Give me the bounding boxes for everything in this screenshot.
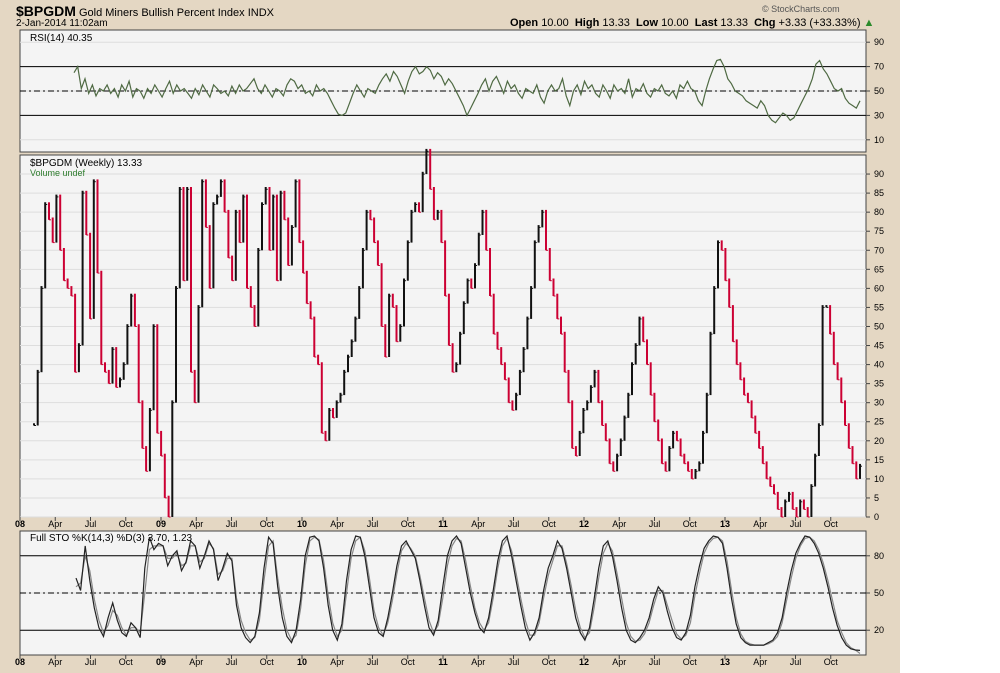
date-tick-label: Oct [401, 657, 416, 667]
date-tick-label: Apr [471, 519, 485, 529]
date-tick-label: 09 [156, 657, 166, 667]
date-tick-label: Oct [824, 657, 839, 667]
stochastic-tick-label: 20 [874, 625, 884, 635]
date-tick-label: Apr [612, 519, 626, 529]
price-tick-label: 40 [874, 360, 884, 370]
date-tick-label: Apr [753, 657, 767, 667]
price-tick-label: 65 [874, 264, 884, 274]
date-tick-label: 08 [15, 519, 25, 529]
date-tick-label: Jul [649, 657, 661, 667]
date-tick-label: 13 [720, 657, 730, 667]
date-tick-label: Oct [824, 519, 839, 529]
date-tick-label: Oct [683, 657, 698, 667]
date-tick-label: Jul [85, 657, 97, 667]
stochastic-title: Full STO %K(14,3) %D(3) 3.70, 1.23 [30, 533, 193, 544]
date-tick-label: Jul [649, 519, 661, 529]
date-tick-label: 11 [438, 657, 448, 667]
price-tick-label: 60 [874, 283, 884, 293]
price-tick-label: 75 [874, 226, 884, 236]
price-tick-label: 0 [874, 512, 879, 522]
rsi-tick-label: 10 [874, 135, 884, 145]
price-tick-label: 5 [874, 493, 879, 503]
price-panel: 0 5 10 15 20 25 30 35 40 45 50 55 60 65 70 75 80 85 90 [19, 148, 884, 522]
rsi-panel: 10 30 50 70 90 [19, 29, 884, 153]
rsi-tick-label: 70 [874, 62, 884, 72]
chart-svg: 10 30 50 70 90 0 5 10 15 20 25 30 35 40 45 50 55 60 65 70 7… [15, 29, 884, 667]
date-tick-label: Apr [48, 519, 62, 529]
rsi-tick-label: 30 [874, 110, 884, 120]
date-tick-label: Apr [48, 657, 62, 667]
price-tick-label: 35 [874, 379, 884, 389]
date-tick-label: 12 [579, 519, 589, 529]
price-tick-label: 30 [874, 398, 884, 408]
price-tick-label: 50 [874, 321, 884, 331]
price-tick-label: 15 [874, 455, 884, 465]
stochastic-tick-label: 80 [874, 551, 884, 561]
date-tick-label: Oct [119, 519, 134, 529]
date-tick-label: 12 [579, 657, 589, 667]
date-tick-label: Jul [790, 519, 802, 529]
price-tick-label: 55 [874, 302, 884, 312]
price-tick-label: 20 [874, 436, 884, 446]
date-tick-label: 10 [297, 519, 307, 529]
price-tick-label: 90 [874, 169, 884, 179]
date-tick-label: 10 [297, 657, 307, 667]
price-tick-label: 80 [874, 207, 884, 217]
date-tick-label: Oct [683, 519, 698, 529]
date-tick-label: Apr [330, 519, 344, 529]
price-tick-label: 25 [874, 417, 884, 427]
stochastic-panel: 20 50 80 [19, 530, 884, 656]
date-tick-label: Jul [367, 519, 379, 529]
date-tick-label: Jul [367, 657, 379, 667]
date-tick-label: Jul [85, 519, 97, 529]
right-margin [900, 0, 1000, 673]
date-tick-label: Oct [542, 657, 557, 667]
date-tick-label: Jul [508, 657, 520, 667]
date-axis-lower: 08 Apr Jul Oct 09 Apr Jul Oct 10 Apr Jul Oct 11 Apr Ju… [15, 655, 838, 667]
date-tick-label: Jul [226, 519, 238, 529]
rsi-title: RSI(14) 40.35 [30, 33, 93, 44]
price-tick-label: 70 [874, 245, 884, 255]
date-tick-label: Oct [260, 657, 275, 667]
volume-label: Volume undef [30, 168, 86, 178]
date-tick-label: 13 [720, 519, 730, 529]
date-tick-label: Apr [330, 657, 344, 667]
date-tick-label: Jul [790, 657, 802, 667]
stochastic-tick-label: 50 [874, 588, 884, 598]
date-tick-label: Apr [612, 657, 626, 667]
date-tick-label: Oct [260, 519, 275, 529]
price-tick-label: 45 [874, 341, 884, 351]
date-tick-label: 11 [438, 519, 448, 529]
date-tick-label: Apr [753, 519, 767, 529]
date-tick-label: Oct [401, 519, 416, 529]
date-tick-label: 08 [15, 657, 25, 667]
rsi-tick-label: 90 [874, 37, 884, 47]
rsi-tick-label: 50 [874, 86, 884, 96]
date-tick-label: Oct [542, 519, 557, 529]
date-tick-label: 09 [156, 519, 166, 529]
date-axis-upper: 08 Apr Jul Oct 09 Apr Jul Oct 10 Apr Jul Oct 11 Apr Ju… [15, 517, 838, 529]
date-tick-label: Jul [226, 657, 238, 667]
price-tick-label: 10 [874, 474, 884, 484]
date-tick-label: Apr [189, 657, 203, 667]
date-tick-label: Oct [119, 657, 134, 667]
price-tick-label: 85 [874, 188, 884, 198]
date-tick-label: Apr [189, 519, 203, 529]
date-tick-label: Apr [471, 657, 485, 667]
date-tick-label: Jul [508, 519, 520, 529]
